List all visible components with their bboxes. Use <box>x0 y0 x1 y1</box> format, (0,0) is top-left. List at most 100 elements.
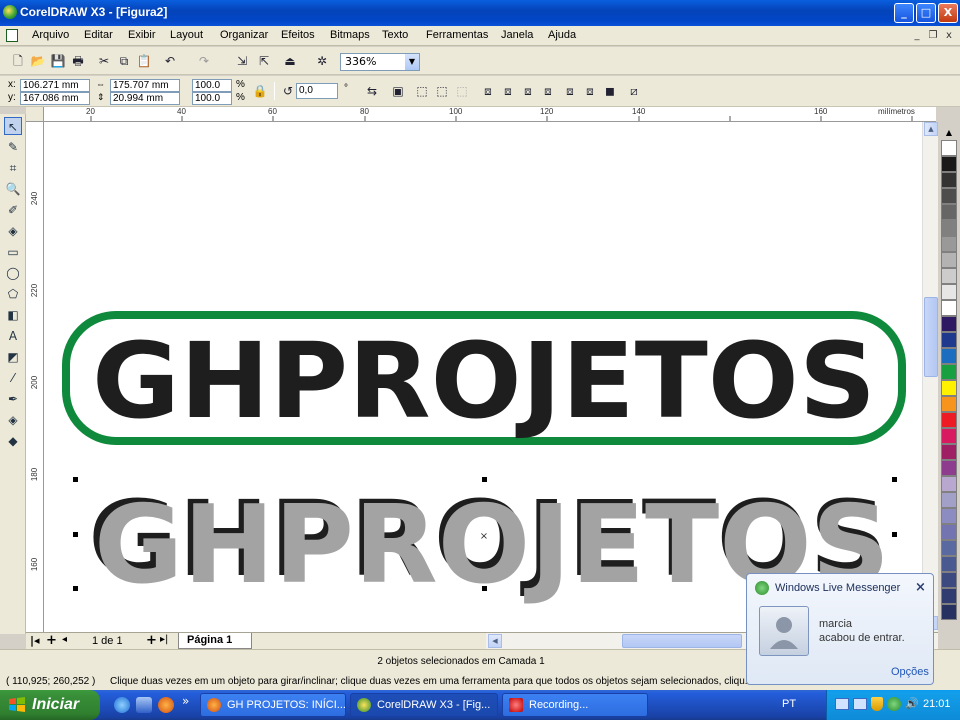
simplify-icon[interactable]: ⧈ <box>540 83 556 99</box>
scroll-up-button[interactable]: ▲ <box>924 122 938 136</box>
menu-exibir[interactable]: Exibir <box>128 29 156 41</box>
lock-ratio-icon[interactable]: 🔒 <box>252 83 268 99</box>
task-recording[interactable]: Recording... <box>502 693 648 717</box>
smart-fill-tool-icon[interactable]: ◈ <box>4 222 22 240</box>
menu-layout[interactable]: Layout <box>170 29 203 41</box>
doc-minimize-button[interactable]: _ <box>910 29 924 42</box>
menu-ferramentas[interactable]: Ferramentas <box>426 29 488 41</box>
palette-swatch[interactable] <box>941 220 957 236</box>
ellipse-tool-icon[interactable]: ◯ <box>4 264 22 282</box>
palette-swatch[interactable] <box>941 364 957 380</box>
palette-swatch[interactable] <box>941 268 957 284</box>
fill-tool-icon[interactable]: ◈ <box>4 411 22 429</box>
network-icon[interactable] <box>853 698 867 710</box>
pick-tool-icon[interactable]: ↖ <box>4 117 22 135</box>
doc-restore-button[interactable]: ❐ <box>926 29 940 42</box>
vertical-scroll-thumb[interactable] <box>924 297 938 377</box>
import-icon[interactable]: ⇲ <box>234 53 250 69</box>
palette-swatch[interactable] <box>941 412 957 428</box>
rectangle-tool-icon[interactable]: ▭ <box>4 243 22 261</box>
application-launcher-icon[interactable]: ⏏ <box>282 53 298 69</box>
palette-swatch[interactable] <box>941 460 957 476</box>
copy-icon[interactable]: ⧉ <box>116 53 132 69</box>
mirror-icon[interactable]: ⇆ <box>364 83 380 99</box>
palette-swatch[interactable] <box>941 524 957 540</box>
horizontal-scroll-thumb[interactable] <box>622 634 742 648</box>
menu-organizar[interactable]: Organizar <box>220 29 268 41</box>
palette-swatch[interactable] <box>941 556 957 572</box>
options-link[interactable]: Opções <box>891 666 929 678</box>
palette-swatch[interactable] <box>941 284 957 300</box>
new-icon[interactable]: 🗋 <box>10 53 26 69</box>
add-page-before-button[interactable]: + <box>46 633 57 648</box>
security-shield-icon[interactable] <box>871 697 883 711</box>
logo-text-dark[interactable]: GHPROJETOS <box>92 320 876 442</box>
quicklaunch-more[interactable]: » <box>182 694 189 708</box>
combine-icon[interactable]: ⬚ <box>454 83 470 99</box>
redo-icon[interactable]: ↷ <box>196 53 212 69</box>
weld-icon[interactable]: ⧈ <box>480 83 496 99</box>
palette-swatch[interactable] <box>941 396 957 412</box>
basic-shapes-tool-icon[interactable]: ◧ <box>4 306 22 324</box>
palette-swatch[interactable] <box>941 588 957 604</box>
scale-y-field[interactable]: 100.0 <box>192 92 232 105</box>
scale-x-field[interactable]: 100.0 <box>192 79 232 92</box>
palette-swatch[interactable] <box>941 428 957 444</box>
intersect-icon[interactable]: ⧈ <box>520 83 536 99</box>
ungroup-all-icon[interactable]: ⬚ <box>434 83 450 99</box>
group-icon[interactable]: ▣ <box>390 83 406 99</box>
palette-swatch[interactable] <box>941 332 957 348</box>
firefox-quicklaunch-icon[interactable] <box>158 697 174 713</box>
front-minus-back-icon[interactable]: ⧈ <box>562 83 578 99</box>
text-tool-icon[interactable]: A <box>4 327 22 345</box>
palette-swatch[interactable] <box>941 140 957 156</box>
palette-swatch[interactable] <box>941 540 957 556</box>
menu-texto[interactable]: Texto <box>382 29 408 41</box>
messenger-notification[interactable]: Windows Live Messenger × marcia acabou d… <box>746 573 934 685</box>
ungroup-icon[interactable]: ⬚ <box>414 83 430 99</box>
x-position-field[interactable]: 106.271 mm <box>20 79 90 92</box>
doc-close-button[interactable]: x <box>942 29 956 42</box>
freehand-tool-icon[interactable]: ✐ <box>4 201 22 219</box>
palette-swatch[interactable] <box>941 252 957 268</box>
palette-swatch[interactable] <box>941 572 957 588</box>
network-icon[interactable] <box>835 698 849 710</box>
horizontal-ruler[interactable]: 20 40 60 80 100 120 140 160 milímetros <box>44 107 936 122</box>
palette-scroll-up-icon[interactable]: ▲ <box>941 128 957 138</box>
tab-pagina-1[interactable]: Página 1 <box>178 633 252 649</box>
zoom-tool-icon[interactable]: 🔍 <box>4 180 22 198</box>
crop-tool-icon[interactable]: ⌗ <box>4 159 22 177</box>
palette-swatch[interactable] <box>941 380 957 396</box>
create-boundary-icon[interactable]: ◼ <box>602 83 618 99</box>
menu-bitmaps[interactable]: Bitmaps <box>330 29 370 41</box>
undo-icon[interactable]: ↶ <box>162 53 178 69</box>
start-button[interactable]: Iniciar <box>0 690 100 720</box>
first-page-button[interactable]: |◂ <box>30 634 40 647</box>
clock[interactable]: 21:01 <box>923 698 951 710</box>
zoom-level-select[interactable]: 336% ▼ <box>340 53 420 71</box>
cut-icon[interactable]: ✂ <box>96 53 112 69</box>
paste-icon[interactable]: 📋 <box>136 53 152 69</box>
avatar[interactable] <box>759 606 809 656</box>
palette-swatch[interactable] <box>941 508 957 524</box>
prev-page-button[interactable]: ◂ <box>62 634 67 645</box>
palette-swatch[interactable] <box>941 236 957 252</box>
messenger-tray-icon[interactable] <box>887 697 901 711</box>
outline-tool-icon[interactable]: ✒ <box>4 390 22 408</box>
ie-quicklaunch-icon[interactable] <box>114 697 130 713</box>
back-minus-front-icon[interactable]: ⧈ <box>582 83 598 99</box>
drawing-canvas[interactable]: GHPROJETOS GHPROJETOS GHPROJETOS × <box>44 122 922 632</box>
coreldraw-app-icon[interactable] <box>3 5 17 19</box>
palette-swatch[interactable] <box>941 316 957 332</box>
width-field[interactable]: 175.707 mm <box>110 79 180 92</box>
print-icon[interactable]: 🖶 <box>70 53 86 69</box>
menu-ajuda[interactable]: Ajuda <box>548 29 576 41</box>
menu-janela[interactable]: Janela <box>501 29 533 41</box>
palette-swatch[interactable] <box>941 604 957 620</box>
align-distribute-icon[interactable]: ⧄ <box>626 83 642 99</box>
palette-swatch[interactable] <box>941 476 957 492</box>
open-icon[interactable]: 📂 <box>30 53 46 69</box>
speaker-icon[interactable]: 🔊 <box>905 697 919 711</box>
scroll-left-button[interactable]: ◀ <box>488 634 502 648</box>
shape-tool-icon[interactable]: ✎ <box>4 138 22 156</box>
